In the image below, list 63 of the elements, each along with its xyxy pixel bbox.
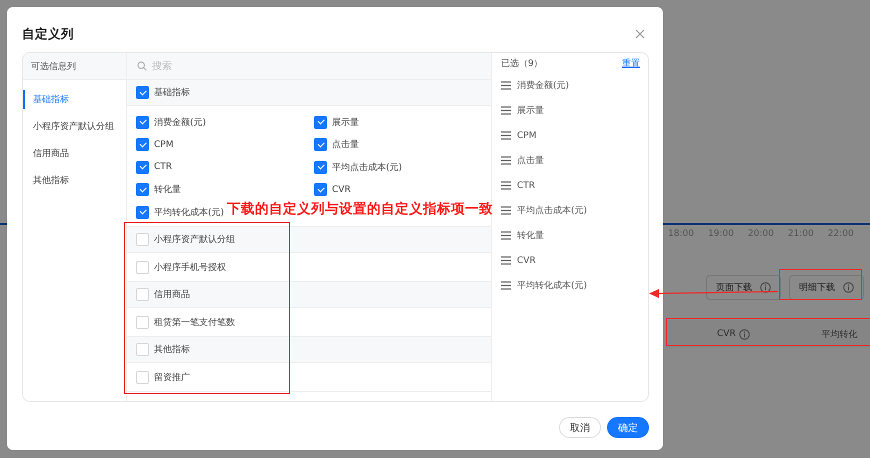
download-button[interactable]: 明细下载 <box>789 275 864 300</box>
panel-header: 可选信息列 <box>31 60 76 72</box>
search-icon <box>137 61 147 71</box>
group-label: 信用商品 <box>154 288 190 301</box>
column-option: 转化量 <box>154 183 181 196</box>
column-option: 小程序手机号授权 <box>154 260 226 274</box>
group-label: 基础指标 <box>154 86 190 99</box>
selected-column: 平均点击成本(元) <box>517 204 588 217</box>
dialog-title: 自定义列 <box>22 26 74 42</box>
category-item[interactable]: 小程序资产默认分组 <box>23 117 126 136</box>
column-option: 平均转化成本(元) <box>154 206 224 218</box>
download-button[interactable]: 页面下载 <box>706 275 781 300</box>
drag-handle-icon[interactable] <box>501 181 511 190</box>
selected-column: CTR <box>517 180 536 190</box>
column-option: 点击量 <box>332 138 359 151</box>
column-option: 租赁第一笔支付笔数 <box>154 316 235 328</box>
drag-handle-icon[interactable] <box>501 231 511 240</box>
checkbox[interactable] <box>136 116 149 128</box>
cancel-button[interactable]: 取消 <box>559 417 601 438</box>
selected-column: 展示量 <box>517 104 544 117</box>
confirm-button[interactable]: 确定 <box>607 417 649 438</box>
checkbox[interactable] <box>136 206 149 218</box>
column-header: CVR <box>717 329 736 339</box>
checkbox[interactable] <box>314 138 327 151</box>
column-option: 留资推广 <box>154 370 190 384</box>
column-option: CTR <box>154 162 172 172</box>
checkbox[interactable] <box>314 183 327 196</box>
category-item[interactable]: 其他指标 <box>23 171 126 190</box>
selected-column: 点击量 <box>517 154 544 167</box>
annotation-text: 下载的自定义列与设置的自定义指标项一致 <box>227 200 493 218</box>
checkbox[interactable] <box>136 86 149 99</box>
category-item[interactable]: 信用商品 <box>23 144 126 163</box>
drag-handle-icon[interactable] <box>501 106 511 115</box>
group-label: 小程序资产默认分组 <box>154 234 235 246</box>
checkbox[interactable] <box>136 138 149 151</box>
checkbox[interactable] <box>314 160 327 174</box>
checkbox[interactable] <box>136 183 149 196</box>
selected-column: 平均转化成本(元) <box>517 279 588 292</box>
drag-handle-icon[interactable] <box>501 81 511 90</box>
selected-count: 已选（9） <box>501 58 543 70</box>
drag-handle-icon[interactable] <box>501 256 511 265</box>
selected-column: CVR <box>517 256 536 266</box>
selected-column: CPM <box>517 130 536 140</box>
reset-link[interactable]: 重置 <box>622 56 640 70</box>
selected-column: 消费金额(元) <box>517 79 570 92</box>
checkbox[interactable] <box>314 116 327 128</box>
column-header: 平均转化 <box>822 328 858 340</box>
group-label: 其他指标 <box>154 344 190 356</box>
column-option: 展示量 <box>332 116 359 128</box>
info-icon <box>760 282 771 293</box>
drag-handle-icon[interactable] <box>501 131 511 140</box>
drag-handle-icon[interactable] <box>501 156 511 165</box>
column-option: CPM <box>154 140 174 150</box>
close-icon[interactable] <box>635 29 645 39</box>
drag-handle-icon[interactable] <box>501 206 511 215</box>
info-icon <box>843 282 854 293</box>
info-icon <box>738 328 750 340</box>
drag-handle-icon[interactable] <box>501 281 511 290</box>
column-option: 消费金额(元) <box>154 116 206 128</box>
selected-column: 转化量 <box>517 229 544 242</box>
checkbox[interactable] <box>136 160 149 174</box>
column-option: CVR <box>332 184 351 194</box>
column-option: 平均点击成本(元) <box>332 160 402 174</box>
